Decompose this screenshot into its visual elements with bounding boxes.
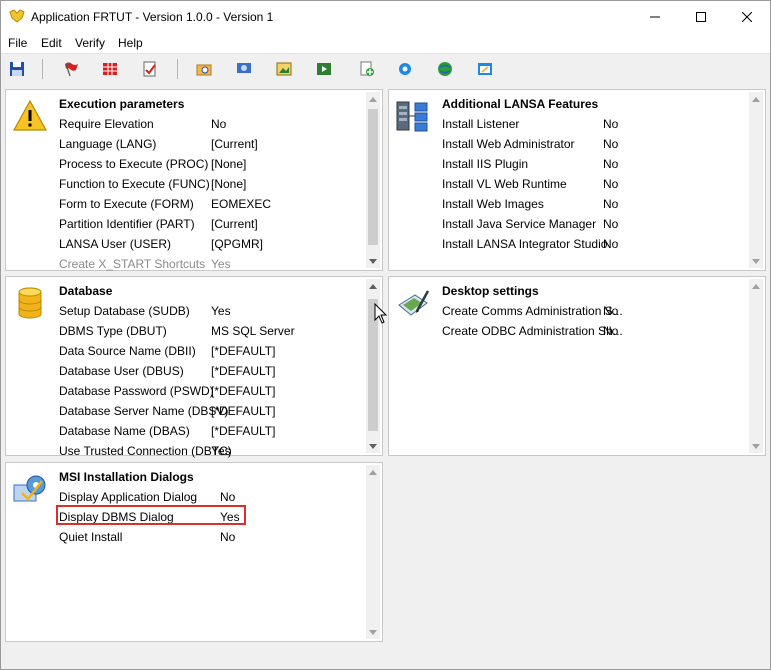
panel-title: MSI Installation Dialogs [59, 470, 194, 484]
chevron-up-icon [369, 96, 377, 102]
scroll-up-arrow[interactable] [366, 465, 380, 479]
panel-msi-dialogs: MSI Installation Dialogs Display Applica… [5, 462, 383, 642]
highlight-box [56, 505, 246, 525]
panel-title: Execution parameters [59, 97, 185, 111]
gear-monitor-icon [237, 63, 251, 73]
menu-verify[interactable]: Verify [75, 36, 105, 50]
settings-button[interactable] [234, 59, 254, 79]
scroll-up-arrow[interactable] [366, 279, 380, 293]
menu-help[interactable]: Help [118, 36, 143, 50]
save-button[interactable] [7, 59, 27, 79]
scroll-thumb[interactable] [368, 109, 378, 245]
panel-execution-parameters: Execution parameters Require Elevation No… [5, 89, 383, 271]
toolbar [1, 53, 770, 83]
scroll-up-arrow[interactable] [749, 92, 763, 106]
run-button[interactable] [314, 59, 334, 79]
minimize-icon [650, 16, 660, 18]
panel-title: Additional LANSA Features [442, 97, 599, 111]
maximize-button[interactable] [678, 1, 724, 33]
panel-title: Desktop settings [442, 284, 539, 298]
menu-edit[interactable]: Edit [41, 36, 62, 50]
chevron-down-icon [752, 443, 760, 449]
menu-bar: File Edit Verify Help [1, 33, 770, 53]
options-button[interactable] [395, 59, 415, 79]
add-button[interactable] [357, 59, 377, 79]
window-title: Application FRTUT - Version 1.0.0 - Vers… [31, 10, 274, 24]
panel-title: Database [59, 284, 113, 298]
flag-button[interactable] [61, 59, 81, 79]
edit-window-icon [478, 63, 492, 75]
mouse-cursor-icon [374, 303, 388, 324]
chevron-up-icon [369, 283, 377, 289]
warning-icon [12, 99, 48, 131]
chevron-down-icon [369, 629, 377, 635]
scroll-down-arrow[interactable] [749, 439, 763, 453]
chevron-up-icon [369, 469, 377, 475]
gear-icon [399, 63, 411, 75]
maximize-icon [696, 12, 706, 22]
scroll-down-arrow[interactable] [366, 625, 380, 639]
installer-icon [13, 475, 46, 502]
panel-database: Database Setup Database (SUDB) Yes DBMS T… [5, 276, 383, 458]
web-button[interactable] [435, 59, 455, 79]
app-icon [9, 9, 25, 23]
save-icon [10, 62, 24, 76]
vertical-scrollbar[interactable] [366, 465, 380, 639]
title-bar[interactable]: Application FRTUT - Version 1.0.0 - Vers… [1, 1, 770, 33]
open-button[interactable] [194, 59, 214, 79]
red-grid-icon [103, 63, 117, 75]
menu-file[interactable]: File [8, 36, 27, 50]
toolbar-separator [177, 59, 178, 79]
chevron-up-icon [752, 283, 760, 289]
image-icon [276, 62, 292, 76]
folder-search-icon [196, 64, 212, 76]
checklist-icon [143, 61, 156, 77]
panel-lansa-features: Additional LANSA Features Install Listen… [388, 89, 766, 271]
close-button[interactable] [724, 1, 770, 33]
toolbar-separator [42, 59, 43, 79]
vertical-scrollbar[interactable] [749, 279, 763, 453]
vertical-scrollbar[interactable] [749, 92, 763, 268]
grid-button[interactable] [100, 59, 120, 79]
chevron-down-icon [369, 443, 377, 449]
close-icon [742, 12, 752, 22]
globe-icon [438, 62, 452, 76]
edit-button[interactable] [475, 59, 495, 79]
minimize-button[interactable] [632, 1, 678, 33]
database-icon [18, 287, 42, 319]
scroll-down-arrow[interactable] [749, 254, 763, 268]
scroll-up-arrow[interactable] [366, 92, 380, 106]
scroll-down-arrow[interactable] [366, 439, 380, 453]
chevron-down-icon [369, 258, 377, 264]
scroll-up-arrow[interactable] [749, 279, 763, 293]
play-window-icon [317, 63, 331, 75]
red-flag-icon [65, 62, 78, 77]
vertical-scrollbar[interactable] [366, 92, 380, 268]
verify-button[interactable] [140, 59, 160, 79]
chevron-down-icon [752, 258, 760, 264]
server-network-icon [396, 101, 428, 132]
panel-desktop-settings: Desktop settings Create Comms Administra… [388, 276, 766, 456]
scroll-down-arrow[interactable] [366, 254, 380, 268]
image-button[interactable] [274, 59, 294, 79]
application-window: Application FRTUT - Version 1.0.0 - Vers… [0, 0, 771, 670]
desktop-edit-icon [398, 290, 430, 316]
chevron-up-icon [752, 96, 760, 102]
add-document-icon [360, 61, 374, 76]
